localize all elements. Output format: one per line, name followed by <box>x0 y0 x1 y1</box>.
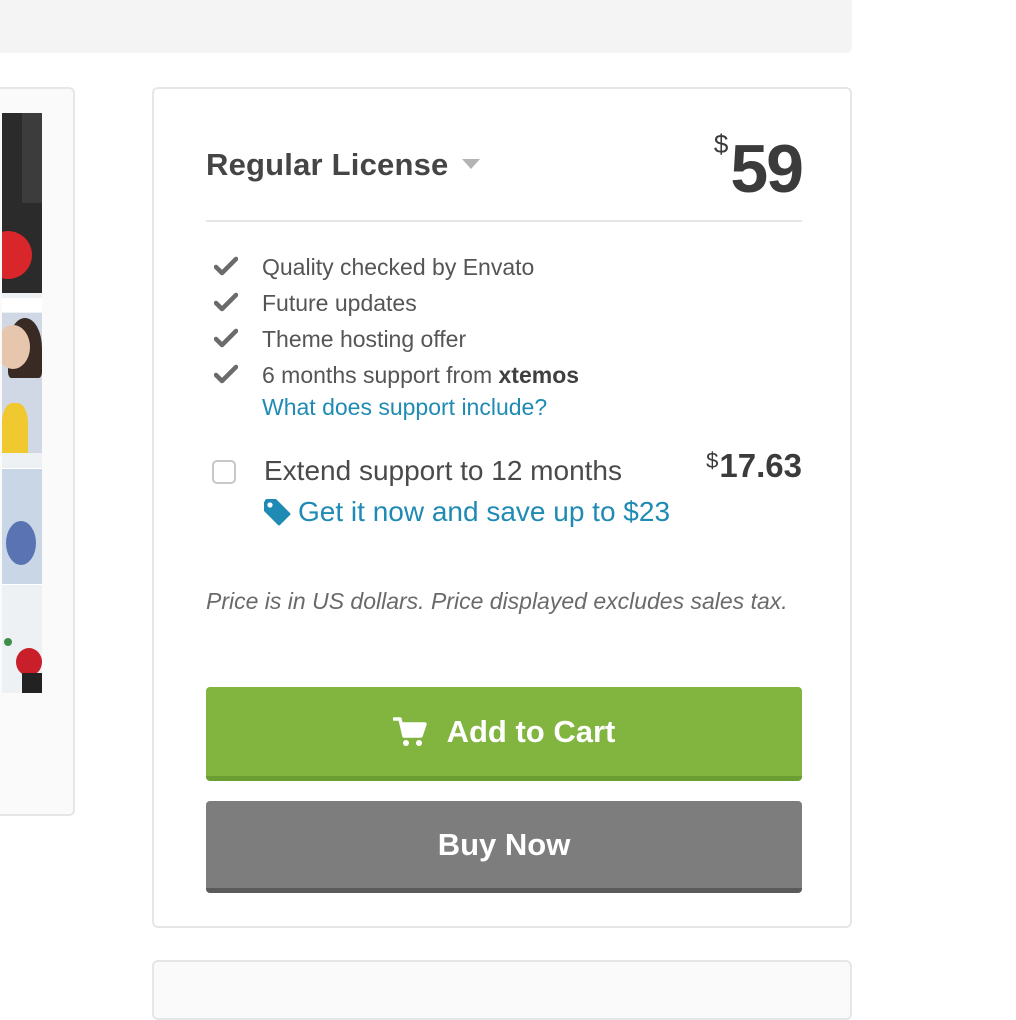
feature-item: Quality checked by Envato <box>214 249 774 285</box>
feature-text: Theme hosting offer <box>262 325 467 352</box>
price-amount: 59 <box>730 131 804 207</box>
author-name: xtemos <box>498 361 580 388</box>
license-title[interactable]: Regular License <box>206 147 448 183</box>
check-icon <box>214 292 238 312</box>
tag-icon <box>264 499 291 526</box>
extend-support-price: $ 17.63 <box>706 446 802 486</box>
extend-support-label[interactable]: Extend support to 12 months <box>264 452 622 490</box>
extend-price-amount: 17.63 <box>719 447 802 484</box>
buy-now-label: Buy Now <box>437 826 571 862</box>
support-info-link[interactable]: What does support include? <box>262 394 547 421</box>
add-to-cart-button[interactable]: Add to Cart <box>206 687 802 781</box>
feature-list: Quality checked by Envato Future updates… <box>214 249 774 393</box>
check-icon <box>214 364 238 384</box>
feature-item: 6 months support from xtemos <box>214 357 774 393</box>
tax-note: Price is in US dollars. Price displayed … <box>206 588 788 614</box>
feature-text: Quality checked by Envato <box>262 253 535 280</box>
check-icon <box>214 328 238 348</box>
license-purchase-card: Regular License $ 59 Quality checked by … <box>152 87 852 928</box>
next-card <box>152 960 852 1020</box>
item-preview-image[interactable] <box>2 113 42 693</box>
add-to-cart-label: Add to Cart <box>446 713 616 749</box>
check-icon <box>214 256 238 276</box>
feature-text: 6 months support from xtemos <box>262 362 579 389</box>
extend-support-row: Extend support to 12 months $ 17.63 Get … <box>212 447 802 532</box>
item-preview-panel <box>0 87 75 816</box>
top-bar <box>0 0 852 53</box>
currency-symbol: $ <box>706 448 719 473</box>
caret-down-icon[interactable] <box>462 159 480 169</box>
save-offer-link[interactable]: Get it now and save up to $23 <box>262 496 670 528</box>
feature-item: Theme hosting offer <box>214 321 774 357</box>
feature-item: Future updates <box>214 285 774 321</box>
extend-support-checkbox[interactable] <box>212 460 236 484</box>
license-header: Regular License $ 59 <box>206 125 804 222</box>
buy-now-button[interactable]: Buy Now <box>206 801 802 893</box>
currency-symbol: $ <box>713 129 729 159</box>
cart-icon <box>392 716 427 746</box>
feature-text-main: 6 months support from <box>262 361 499 388</box>
feature-text: Future updates <box>262 289 417 316</box>
save-offer-text: Get it now and save up to $23 <box>298 496 671 527</box>
license-price: $ 59 <box>713 125 804 207</box>
